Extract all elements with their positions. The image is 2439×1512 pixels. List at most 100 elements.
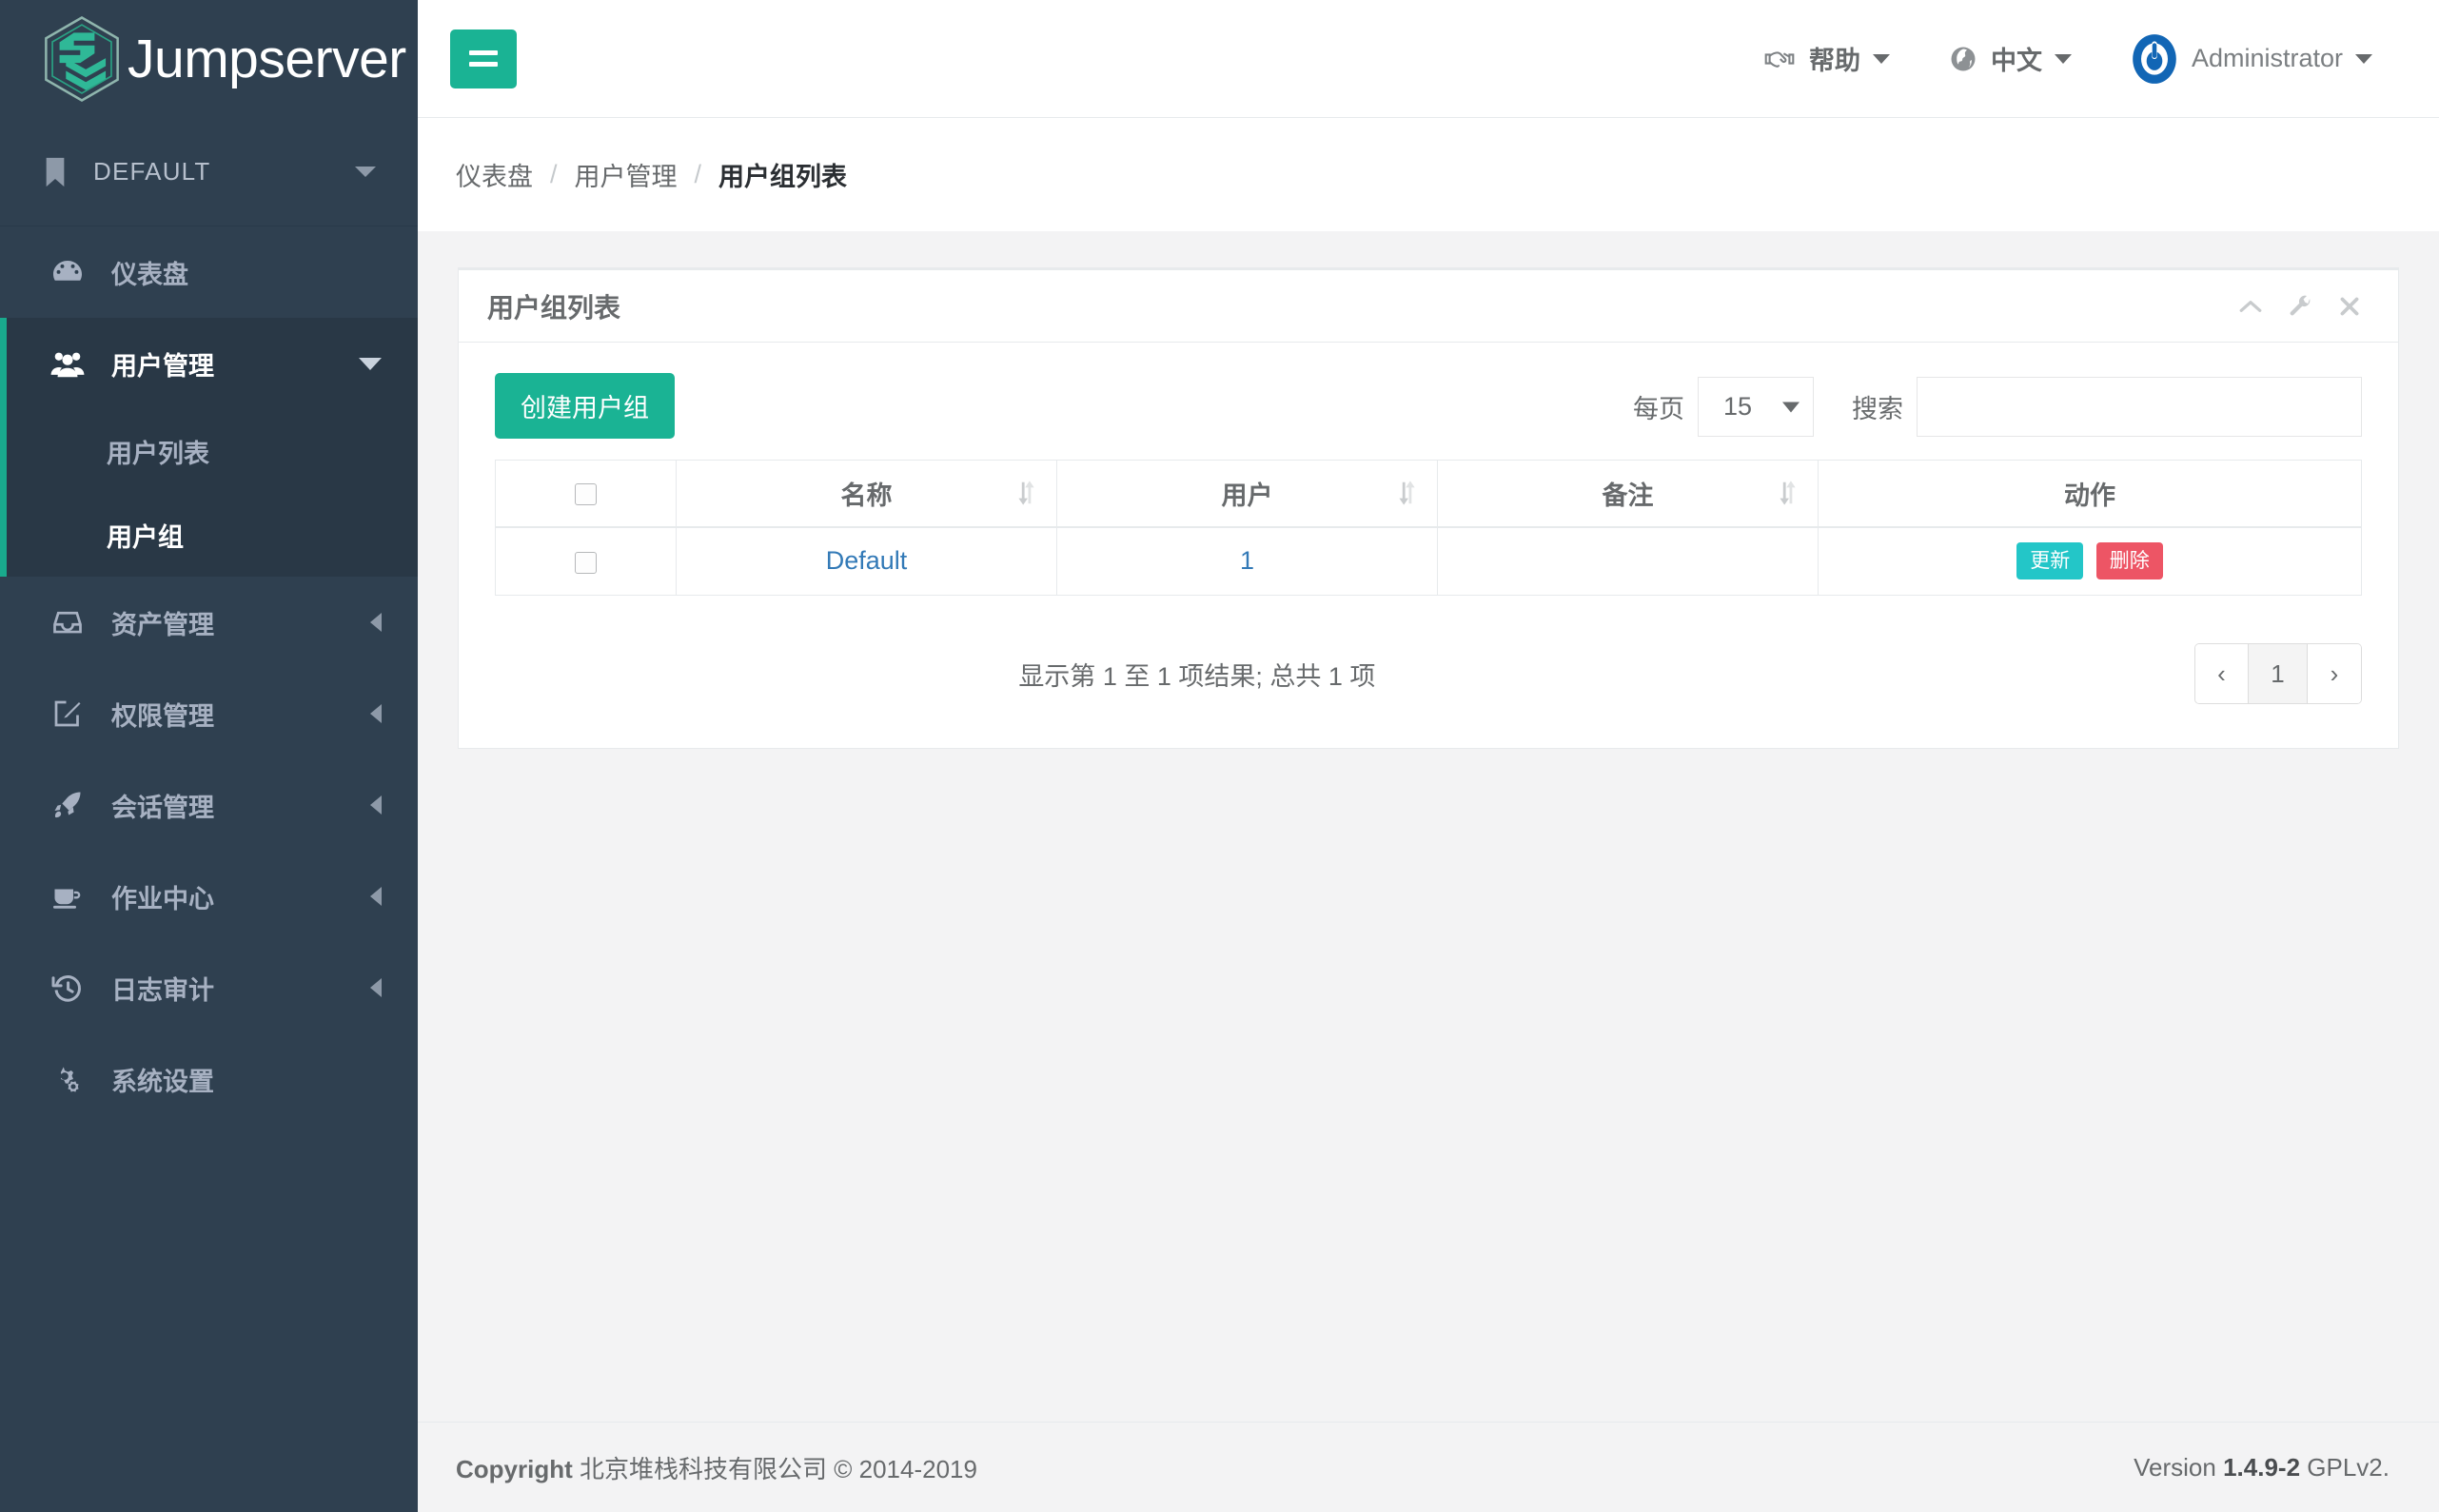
breadcrumb-separator: / <box>550 160 558 188</box>
panel-body: 创建用户组 每页 15 搜索 名称 用户 备注 动作 Default 1 更新 … <box>459 343 2398 748</box>
search-input[interactable] <box>1917 377 2362 437</box>
sidebar-item-asset-management[interactable]: 资产管理 <box>0 577 418 668</box>
user-group-name-link[interactable]: Default <box>826 546 908 575</box>
sidebar-item-dashboard[interactable]: 仪表盘 <box>0 226 418 318</box>
footer-version-suffix: GPLv2. <box>2307 1452 2390 1482</box>
power-avatar-icon <box>2131 32 2178 86</box>
select-all-checkbox[interactable] <box>575 483 597 506</box>
breadcrumb-item-current: 用户组列表 <box>718 163 848 191</box>
sidebar-item-label: 会话管理 <box>111 793 214 822</box>
pagination-page-1[interactable]: 1 <box>2249 644 2308 703</box>
sidebar-item-user-management[interactable]: 用户管理 <box>0 318 418 409</box>
column-users[interactable]: 用户 <box>1056 460 1438 528</box>
caret-down-icon <box>1872 53 1890 64</box>
create-user-group-button[interactable]: 创建用户组 <box>495 373 675 439</box>
sidebar-item-user-group[interactable]: 用户组 <box>7 493 418 577</box>
footer-copyright-prefix: Copyright <box>456 1454 573 1483</box>
organization-selector[interactable]: DEFAULT <box>0 118 418 226</box>
language-menu[interactable]: 中文 <box>1949 40 2072 77</box>
user-menu[interactable]: Administrator <box>2131 32 2372 86</box>
user-count-link[interactable]: 1 <box>1240 546 1254 575</box>
history-icon <box>49 969 87 1007</box>
breadcrumb: 仪表盘 / 用户管理 / 用户组列表 <box>418 118 2439 231</box>
sort-icon <box>1397 480 1416 506</box>
footer-version-prefix: Version <box>2134 1452 2216 1482</box>
footer-version-value: 1.4.9-2 <box>2223 1452 2301 1482</box>
column-header-label: 用户 <box>1221 481 1273 510</box>
row-users-cell: 1 <box>1056 526 1438 596</box>
row-name-cell: Default <box>676 526 1057 596</box>
chevron-right-icon <box>370 978 382 997</box>
per-page-label: 每页 <box>1633 395 1684 423</box>
sidebar-nav: 仪表盘 用户管理 用户列表 用户组 资产管理 权限管理 会话管理 作业中心 日志… <box>0 226 418 1125</box>
footer: Copyright 北京堆栈科技有限公司 © 2014-2019 Version… <box>418 1422 2439 1512</box>
footer-copyright: Copyright 北京堆栈科技有限公司 © 2014-2019 <box>456 1450 977 1485</box>
globe-icon <box>1949 45 1977 73</box>
pagination-info: 显示第 1 至 1 项结果; 总共 1 项 <box>1018 661 1376 691</box>
jumpserver-hex-logo-icon <box>42 15 122 103</box>
sidebar-item-system-settings[interactable]: 系统设置 <box>0 1033 418 1125</box>
delete-button[interactable]: 删除 <box>2095 542 2163 580</box>
chevron-up-icon[interactable] <box>2238 299 2263 314</box>
help-menu[interactable]: 帮助 <box>1763 40 1890 77</box>
sidebar-submenu-user-management: 用户列表 用户组 <box>0 409 418 577</box>
caret-down-icon <box>355 167 376 177</box>
per-page-select[interactable]: 15 <box>1698 377 1814 437</box>
column-actions[interactable]: 动作 <box>1818 460 2362 528</box>
sort-icon <box>1016 480 1035 506</box>
chevron-right-icon <box>370 795 382 815</box>
column-header-label: 备注 <box>1602 481 1654 510</box>
main-content: 用户组列表 创建用户组 每页 15 搜索 名称 用户 备注 动作 Default… <box>418 231 2439 1422</box>
table-row[interactable]: Default 1 更新 删除 <box>495 526 2362 596</box>
cogs-icon <box>49 1060 87 1098</box>
footer-copyright-text: 北京堆栈科技有限公司 © 2014-2019 <box>580 1454 977 1483</box>
column-name[interactable]: 名称 <box>676 460 1057 528</box>
coffee-icon <box>49 877 87 915</box>
sidebar-item-permission-management[interactable]: 权限管理 <box>0 668 418 759</box>
close-icon[interactable] <box>2337 294 2362 319</box>
breadcrumb-item-user-management[interactable]: 用户管理 <box>575 156 678 193</box>
column-comment[interactable]: 备注 <box>1437 460 1819 528</box>
sidebar-item-log-audit[interactable]: 日志审计 <box>0 942 418 1033</box>
sidebar-item-job-center[interactable]: 作业中心 <box>0 851 418 942</box>
sidebar-item-label: 权限管理 <box>111 701 214 731</box>
top-nav-actions: 帮助 中文 Administrator <box>1704 32 2439 86</box>
caret-down-icon <box>2355 53 2372 64</box>
brand-header[interactable]: Jumpserver <box>0 0 418 118</box>
row-checkbox[interactable] <box>575 551 597 574</box>
table-toolbar: 创建用户组 每页 15 搜索 <box>495 373 2362 439</box>
sidebar: Jumpserver DEFAULT 仪表盘 用户管理 用户列表 用户组 资产管… <box>0 0 418 1512</box>
edit-square-icon <box>49 695 87 733</box>
update-button[interactable]: 更新 <box>2016 542 2084 580</box>
bookmark-icon <box>42 156 69 188</box>
pagination-next-button[interactable]: › <box>2308 644 2361 703</box>
sidebar-subitem-label: 用户组 <box>107 522 184 552</box>
column-header-label: 名称 <box>840 481 893 510</box>
wrench-icon[interactable] <box>2288 294 2312 319</box>
top-navigation-bar: 帮助 中文 Administrator <box>418 0 2439 118</box>
sidebar-item-label: 日志审计 <box>111 975 214 1005</box>
user-name-label: Administrator <box>2191 44 2343 72</box>
caret-down-icon <box>1782 402 1800 412</box>
pagination-prev-button[interactable]: ‹ <box>2195 644 2249 703</box>
language-label: 中文 <box>1990 47 2042 75</box>
chevron-right-icon <box>370 887 382 906</box>
search-label: 搜索 <box>1852 395 1903 423</box>
menu-toggle-button[interactable] <box>450 29 517 88</box>
breadcrumb-item-dashboard[interactable]: 仪表盘 <box>456 156 533 193</box>
organization-label: DEFAULT <box>93 157 211 186</box>
panel-header: 用户组列表 <box>459 270 2398 343</box>
page-title: 用户组列表 <box>487 292 621 323</box>
sidebar-item-user-list[interactable]: 用户列表 <box>7 409 418 493</box>
column-header-label: 动作 <box>2064 481 2115 510</box>
pagination-controls: ‹ 1 › <box>2194 643 2362 704</box>
sidebar-item-session-management[interactable]: 会话管理 <box>0 759 418 851</box>
per-page-value: 15 <box>1723 392 1753 421</box>
caret-down-icon <box>2054 53 2072 64</box>
dashboard-icon <box>49 253 87 291</box>
table-head: 名称 用户 备注 动作 <box>495 460 2362 528</box>
panel-tools <box>2238 294 2362 319</box>
user-group-table: 名称 用户 备注 动作 Default 1 更新 删除 <box>495 460 2362 596</box>
sidebar-item-label: 资产管理 <box>111 610 214 639</box>
column-select-all <box>495 460 677 528</box>
